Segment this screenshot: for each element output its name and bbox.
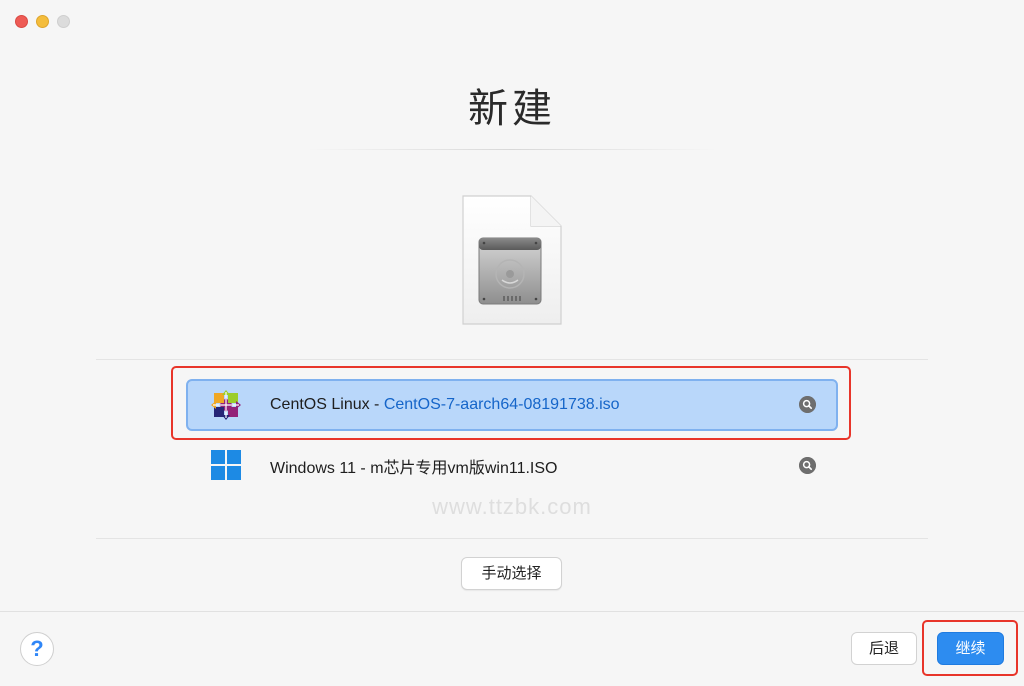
- divider: [306, 149, 718, 150]
- minimize-window-button[interactable]: [36, 15, 49, 28]
- os-item-label: CentOS Linux - CentOS-7-aarch64-08191738…: [270, 396, 620, 414]
- os-separator: -: [369, 396, 384, 413]
- centos-logo-icon: [211, 390, 241, 420]
- os-item-centos[interactable]: CentOS Linux - CentOS-7-aarch64-08191738…: [186, 379, 838, 431]
- disk-image-file-icon: [462, 195, 562, 325]
- show-in-finder-icon[interactable]: [799, 396, 816, 413]
- os-image-file: m芯片专用vm版win11.ISO: [370, 460, 558, 477]
- window-controls: [15, 15, 70, 28]
- help-button[interactable]: ?: [20, 632, 54, 666]
- os-name: Windows 11: [270, 460, 356, 477]
- os-image-list: CentOS Linux - CentOS-7-aarch64-08191738…: [186, 379, 838, 501]
- manual-select-button[interactable]: 手动选择: [461, 557, 562, 590]
- continue-button[interactable]: 继续: [937, 632, 1004, 665]
- footer-divider: [0, 611, 1024, 612]
- os-separator: -: [355, 460, 371, 477]
- divider: [96, 359, 928, 360]
- zoom-window-button[interactable]: [57, 15, 70, 28]
- os-name: CentOS Linux: [270, 396, 370, 413]
- os-item-label: Windows 11 - m芯片专用vm版win11.ISO: [270, 454, 557, 478]
- close-window-button[interactable]: [15, 15, 28, 28]
- back-button[interactable]: 后退: [851, 632, 917, 665]
- watermark: www.ttzbk.com: [432, 494, 592, 519]
- windows-logo-icon: [211, 450, 241, 480]
- new-vm-window: 新建 CentOS Linux - CentOS-7-aarch64-08191…: [0, 0, 1024, 686]
- page-title: 新建: [468, 87, 556, 131]
- show-in-finder-icon[interactable]: [799, 457, 816, 474]
- os-item-windows[interactable]: Windows 11 - m芯片专用vm版win11.ISO: [186, 440, 838, 492]
- os-image-file: CentOS-7-aarch64-08191738.iso: [383, 396, 620, 413]
- divider: [96, 538, 928, 539]
